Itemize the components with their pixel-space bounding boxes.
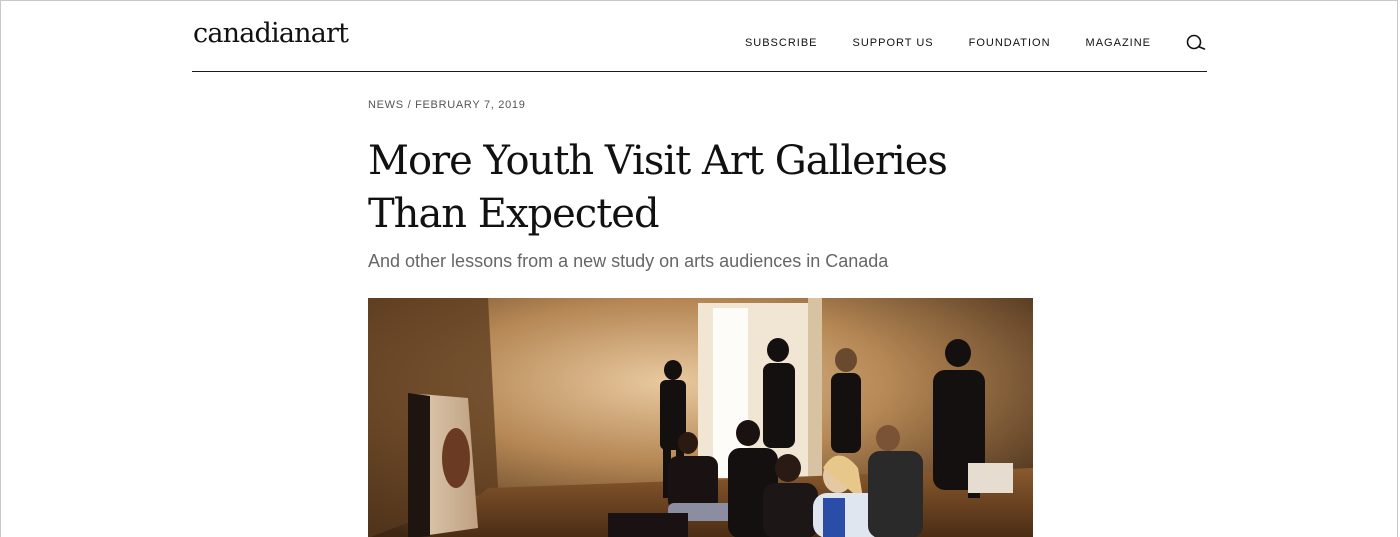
site-logo[interactable]: canadianart xyxy=(193,16,349,52)
article-title: More Youth Visit Art Galleries Than Expe… xyxy=(368,138,948,237)
hero-image xyxy=(368,298,1033,537)
site-header: canadianart SUBSCRIBE SUPPORT US FOUNDAT… xyxy=(192,1,1207,72)
category-link[interactable]: NEWS xyxy=(368,99,404,111)
main-nav: SUBSCRIBE SUPPORT US FOUNDATION MAGAZINE xyxy=(745,31,1207,55)
nav-foundation[interactable]: FOUNDATION xyxy=(969,31,1051,55)
article: NEWS / FEBRUARY 7, 2019 More Youth Visit… xyxy=(368,97,1033,273)
nav-magazine[interactable]: MAGAZINE xyxy=(1086,31,1151,55)
article-meta: NEWS / FEBRUARY 7, 2019 xyxy=(368,97,1033,113)
meta-separator: / xyxy=(403,99,416,111)
article-subtitle: And other lessons from a new study on ar… xyxy=(368,251,889,271)
search-icon[interactable] xyxy=(1185,32,1207,54)
browser-page: canadianart SUBSCRIBE SUPPORT US FOUNDAT… xyxy=(0,0,1398,537)
nav-support-us[interactable]: SUPPORT US xyxy=(853,31,934,55)
nav-subscribe[interactable]: SUBSCRIBE xyxy=(745,31,818,55)
article-date: FEBRUARY 7, 2019 xyxy=(415,99,526,111)
